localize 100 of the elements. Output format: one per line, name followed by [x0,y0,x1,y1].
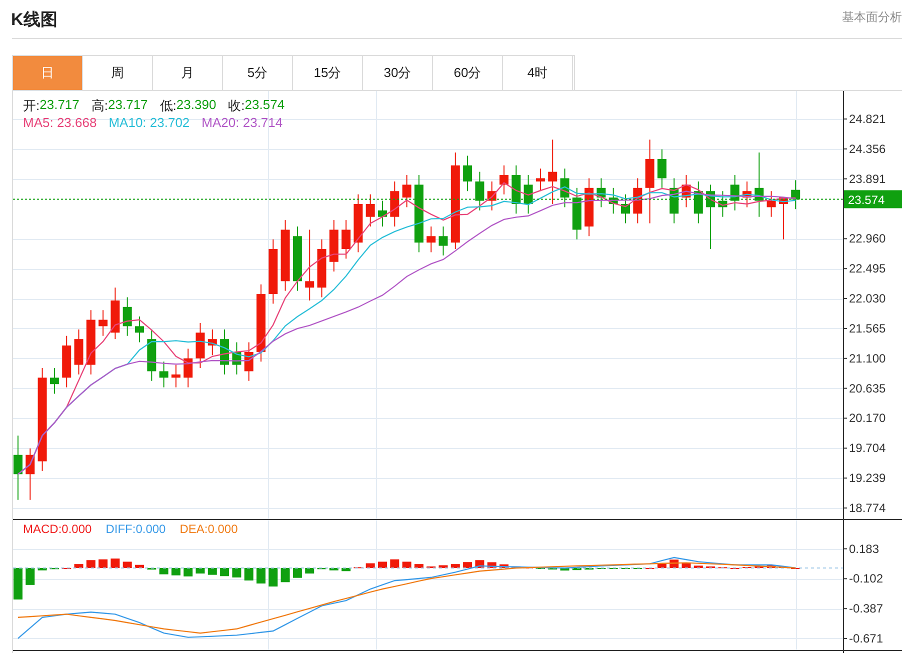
candlestick [548,139,558,204]
candlestick [292,226,302,292]
candlestick [244,342,254,382]
macd-bar [560,568,570,571]
axis-tick-label: 22.960 [849,232,886,246]
macd-bar [86,560,96,568]
candlestick [232,342,242,375]
axis-tick-label: 20.170 [849,411,886,426]
indicator-value: DIFF:0.000 [106,522,166,536]
candlestick [633,178,642,224]
candlestick [135,316,144,343]
candlestick [487,180,496,211]
candlestick [317,238,326,298]
macd-bar [110,558,120,568]
macd-bar [280,568,290,582]
candlestick [694,180,703,224]
candlestick [147,328,156,382]
candlestick [584,178,594,237]
axis-tick-label: 23.891 [849,172,886,186]
candlestick [110,287,120,340]
candlestick [220,328,230,375]
macd-bar [366,563,375,568]
macd-bar [342,568,351,572]
candlestick [26,448,35,500]
candlestick [742,180,752,208]
candlestick [572,187,582,240]
candlestick [754,152,764,218]
axis-tick-label: -0.102 [849,572,884,586]
candlestick [608,187,618,214]
candlestick [778,197,788,240]
axis-tick-label: 0.183 [849,542,880,556]
price-value: 23.717 [108,97,148,114]
macd-bar [657,564,666,568]
candlestick [171,364,180,388]
candlestick [438,226,448,256]
macd-bar [402,562,412,568]
candlestick [682,174,691,208]
macd-bar [463,562,472,568]
price-value: 23.717 [40,97,80,114]
axis-tick-label: 18.774 [849,501,886,515]
candlestick [342,220,351,260]
macd-bar [171,568,180,576]
axis-tick-label: 19.239 [849,471,886,486]
candlestick [621,194,630,224]
macd-bar [292,568,302,578]
axis-tick-label: 20.635 [849,381,886,396]
moving-average-value: MA5: 23.668 [23,115,97,130]
candlestick [512,164,521,214]
macd-bar [682,563,691,568]
candlestick [766,190,776,218]
price-label: 高: [91,97,108,115]
macd-bar [438,565,448,568]
candlestick [329,220,338,272]
macd-bar [500,564,508,568]
candlestick [791,180,800,210]
macd-bar [268,568,278,586]
fundamental-analysis-link[interactable]: 基本面分析 [842,9,902,26]
macd-bar [378,562,387,568]
axis-tick-label: 24.821 [849,112,886,126]
axis-tick-label: -0.671 [849,631,884,646]
macd-bar [694,566,703,568]
macd-bar [572,568,582,570]
candlestick [14,435,22,500]
candlestick [86,310,96,375]
moving-average-value: MA10: 23.702 [108,115,190,130]
candlestick [280,220,290,292]
macd-bar [184,568,193,576]
candlestick [463,155,472,192]
axis-tick-label: 24.356 [849,142,886,156]
candlestick [98,310,108,336]
indicator-value: MACD:0.000 [23,522,92,536]
macd-bar [414,564,424,568]
candlestick [159,361,168,388]
candlestick [305,229,314,301]
axis-tick-label: 21.565 [849,321,886,336]
candlestick [402,174,412,208]
axis-tick-label: 19.704 [849,441,886,456]
candlestick [50,368,59,394]
moving-average-value: MA20: 23.714 [202,115,283,130]
candlestick [208,328,217,356]
axis-tick-label: 21.100 [849,351,886,366]
indicator-value: DEA:0.000 [180,522,238,536]
price-label: 低: [160,97,176,115]
candlestick [730,174,740,211]
candlestick [706,184,716,250]
page-title: K线图 [11,8,58,30]
macd-bar [208,568,217,575]
candlestick [62,335,72,388]
candlestick [500,164,508,195]
candlestick [596,178,606,208]
axis-tick-label: -0.387 [849,602,884,616]
candlestick [366,194,375,227]
candlestick [475,171,484,211]
macd-bar [305,568,314,574]
candlestick [122,296,132,336]
price-label: 开: [23,97,40,115]
macd-bar [450,564,460,568]
macd-bar [220,568,230,576]
candlestick [184,348,193,388]
price-label: 收: [228,97,245,115]
